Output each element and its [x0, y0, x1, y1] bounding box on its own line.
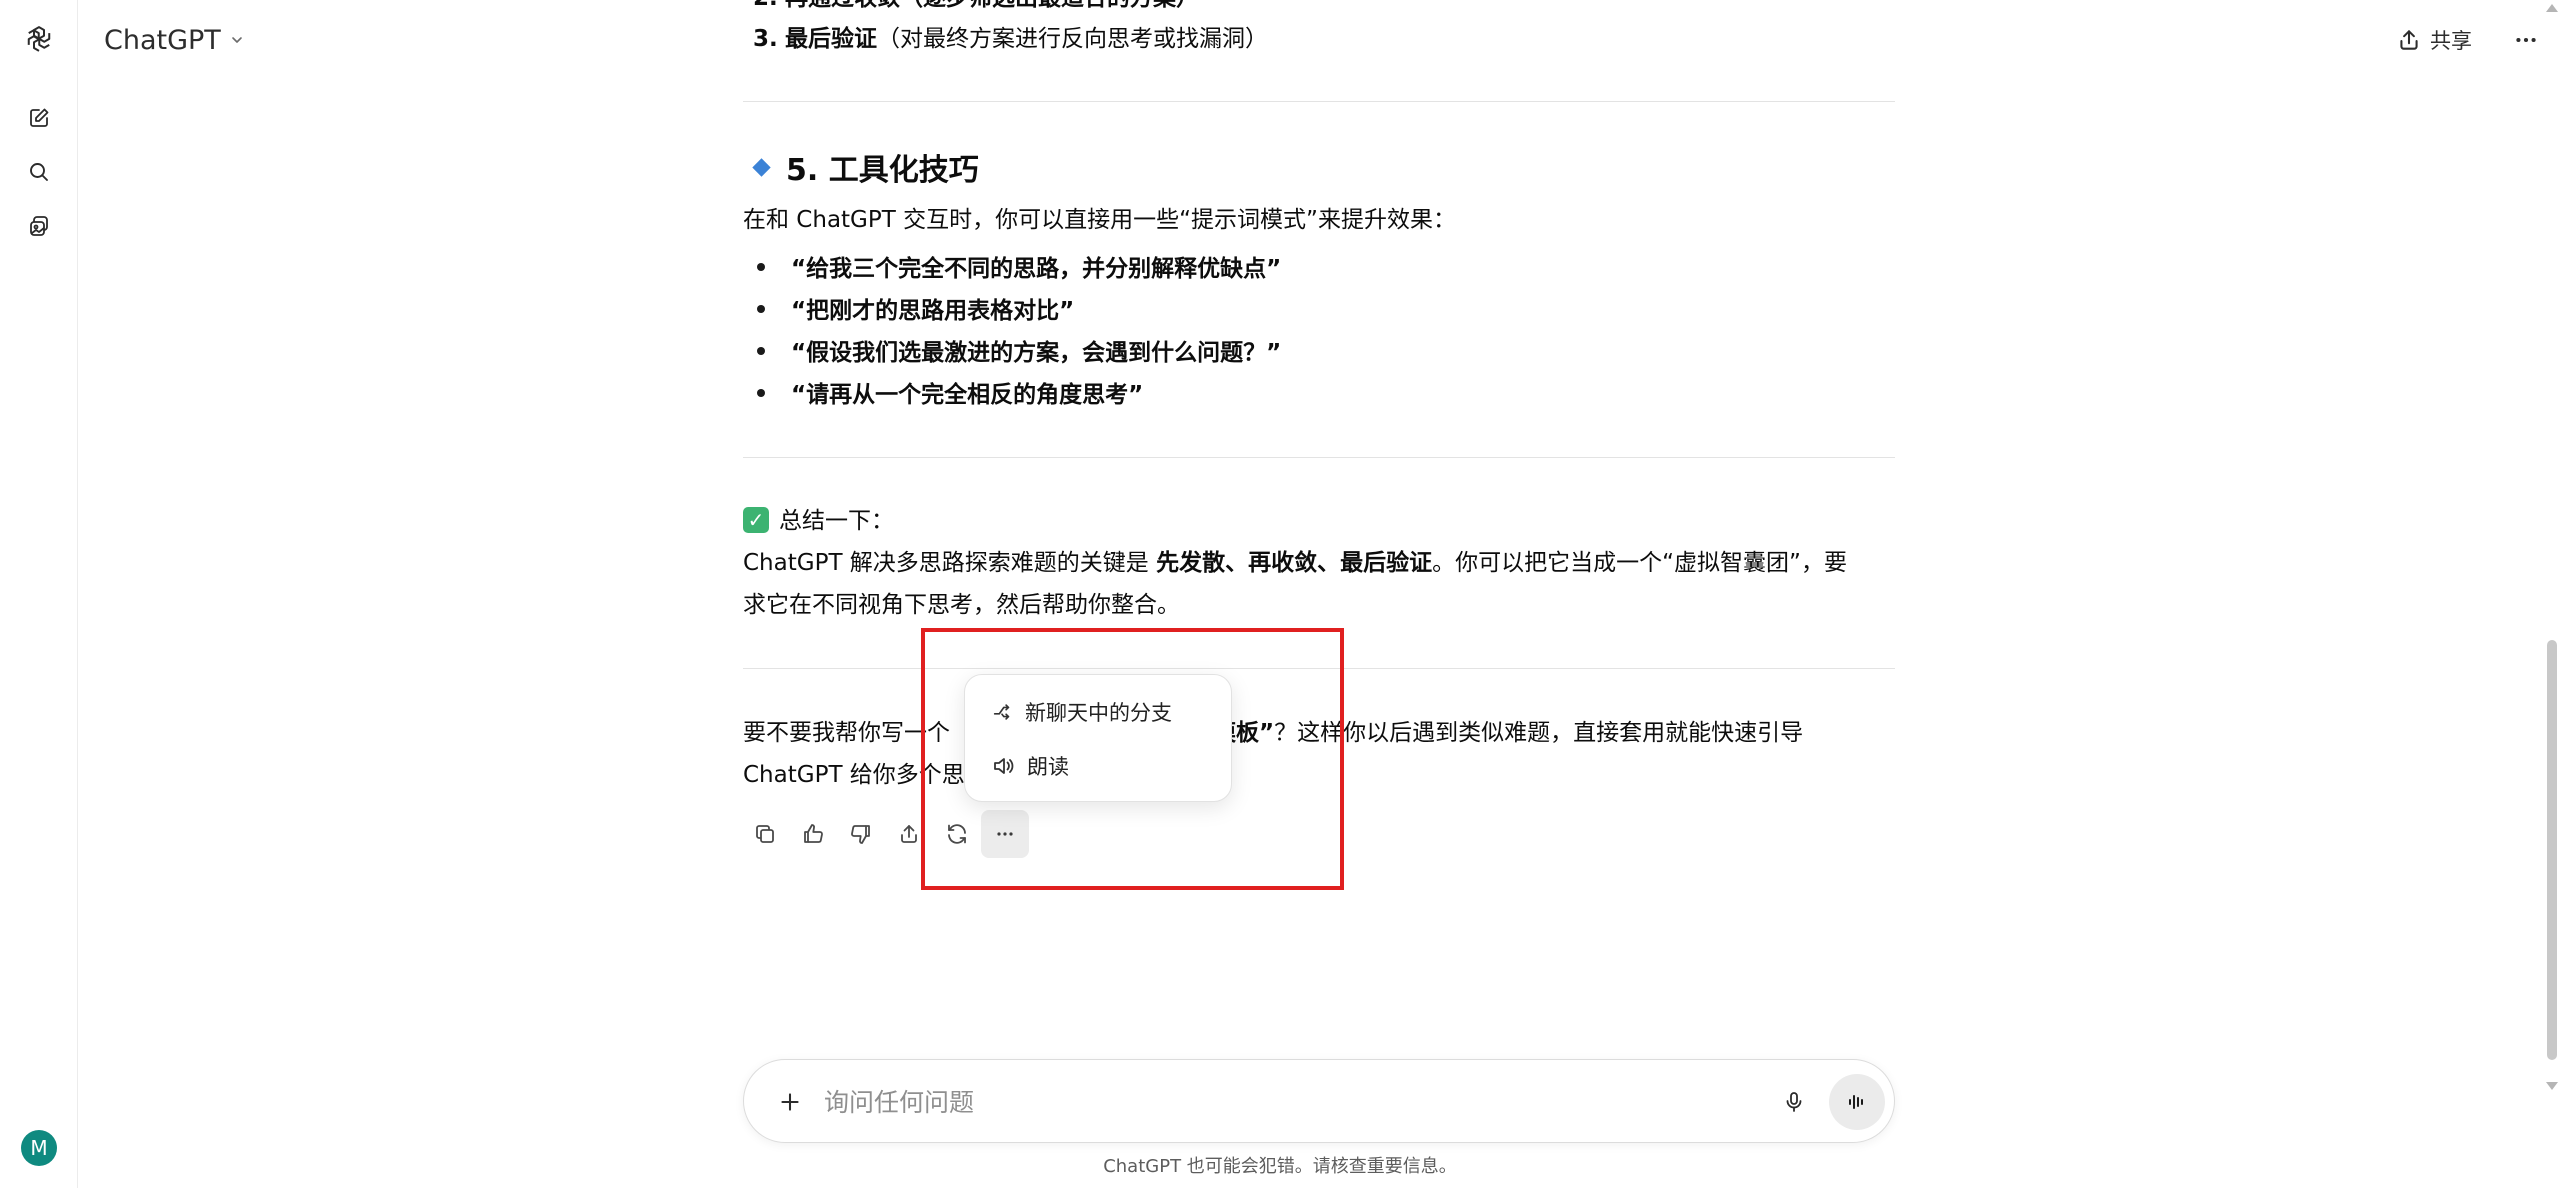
model-name: ChatGPT: [104, 24, 221, 56]
ol-number-cut: 2.: [753, 0, 785, 18]
new-chat-icon[interactable]: [21, 100, 57, 136]
disclaimer-text: ChatGPT 也可能会犯错。请核查重要信息。: [1103, 1156, 1457, 1177]
share-button[interactable]: 共享: [2396, 20, 2472, 60]
thumbs-down-icon: [851, 825, 870, 844]
section-intro: 在和 ChatGPT 交互时，你可以直接用一些“提示词模式”来提升效果：: [743, 207, 1456, 233]
scroll-down-arrow-icon[interactable]: [2546, 1082, 2558, 1090]
ol-item3-bold: 最后验证: [785, 26, 877, 52]
copy-icon: [756, 825, 774, 843]
upload-icon: [901, 825, 917, 843]
bullet-text: “假设我们选最激进的方案，会遇到什么问题？”: [791, 340, 1282, 366]
scroll-up-arrow-icon[interactable]: [2546, 4, 2558, 12]
section-title: 5. 工具化技巧: [786, 153, 979, 188]
model-switcher-button[interactable]: ChatGPT: [104, 20, 245, 60]
summary-text-b: 。你可以把它当成一个“虚拟智囊团”，要: [1432, 550, 1847, 576]
share-icon: [2396, 27, 2422, 53]
summary-paragraph-line2: 求它在不同视角下思考，然后帮助你整合。: [743, 592, 1180, 618]
list-item: “给我三个完全不同的思路，并分别解释优缺点”: [757, 248, 1281, 290]
add-attachment-button[interactable]: [768, 1080, 812, 1124]
thumbs-up-button[interactable]: [789, 810, 837, 858]
dictate-button[interactable]: [1772, 1080, 1816, 1124]
voice-waveform-icon: [1849, 1095, 1863, 1109]
bullet-dot: [757, 304, 765, 313]
thumbs-up-icon: [804, 824, 823, 843]
search-icon[interactable]: [21, 154, 57, 190]
divider: [743, 101, 1895, 102]
library-icon[interactable]: [21, 208, 57, 244]
copy-button[interactable]: [741, 810, 789, 858]
voice-mode-button[interactable]: [1829, 1074, 1885, 1130]
summary-label-line: ✓ 总结一下：: [743, 500, 894, 542]
prompt-input[interactable]: [824, 1078, 1704, 1126]
openai-logo-icon[interactable]: [21, 21, 57, 57]
thumbs-down-button[interactable]: [837, 810, 885, 858]
bullet-dot: [757, 388, 765, 397]
summary-label: 总结一下：: [779, 508, 894, 534]
diamond-icon: [752, 157, 771, 177]
section-heading: 5. 工具化技巧: [752, 145, 979, 189]
more-options-icon[interactable]: [2508, 22, 2544, 58]
ol-cut-text: 再通过收敛（逐步筛选出最适合的方案）: [785, 0, 1199, 11]
microphone-icon: [1786, 1092, 1802, 1112]
highlight-box: [921, 628, 1344, 890]
bullet-text: “把刚才的思路用表格对比”: [791, 298, 1075, 324]
bullet-text: “给我三个完全不同的思路，并分别解释优缺点”: [791, 256, 1282, 282]
summary-text-bold: 先发散、再收敛、最后验证: [1156, 550, 1433, 576]
ol-number-3: 3.: [753, 26, 778, 52]
checkmark-icon: ✓: [743, 506, 769, 533]
followup-text-a: 要不要我帮你写一个: [743, 720, 950, 746]
chevron-down-icon: [229, 32, 245, 48]
bullet-dot: [757, 346, 765, 355]
list-item: “假设我们选最激进的方案，会遇到什么问题？”: [757, 332, 1281, 374]
summary-text-a: ChatGPT 解决多思路探索难题的关键是: [743, 550, 1157, 576]
list-item-cut: 2.再通过收敛（逐步筛选出最适合的方案）: [753, 0, 1199, 18]
list-item: “把刚才的思路用表格对比”: [757, 290, 1074, 332]
sidebar-rail: M: [0, 0, 78, 1188]
share-label: 共享: [2430, 29, 2472, 53]
ol-item3-text: （对最终方案进行反向思考或找漏洞）: [877, 26, 1268, 52]
list-item: “请再从一个完全相反的角度思考”: [757, 374, 1143, 416]
bullet-dot: [757, 262, 765, 271]
plus-icon: [781, 1093, 799, 1111]
summary-paragraph-line1: ChatGPT 解决多思路探索难题的关键是 先发散、再收敛、最后验证。你可以把它…: [743, 542, 1847, 584]
composer: [743, 1059, 1895, 1143]
followup-text-b: ？这样你以后遇到类似难题，直接套用就能快速引导: [1274, 720, 1804, 746]
list-item-3: 3. 最后验证（对最终方案进行反向思考或找漏洞）: [753, 19, 1268, 59]
bullet-text: “请再从一个完全相反的角度思考”: [791, 382, 1144, 408]
scrollbar-thumb[interactable]: [2547, 640, 2557, 1060]
divider: [743, 457, 1895, 458]
